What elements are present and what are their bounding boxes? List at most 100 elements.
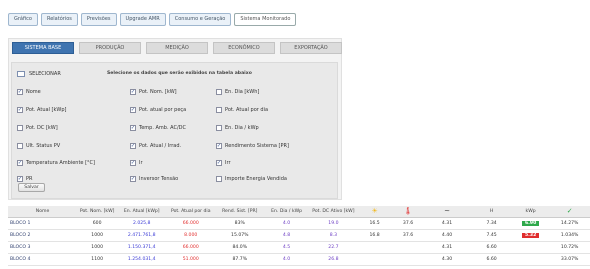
- cell: [357, 253, 392, 266]
- cell: [391, 253, 425, 266]
- col-pot-dia[interactable]: Pot. Atual por dia: [166, 206, 216, 218]
- col-rend[interactable]: Rend. Sist. [PR]: [215, 206, 265, 218]
- option-checkbox[interactable]: [216, 176, 222, 182]
- option-checkbox[interactable]: ✓: [130, 176, 136, 182]
- option-checkbox[interactable]: [17, 143, 23, 149]
- save-button[interactable]: Salvar: [18, 183, 45, 192]
- option-pot-irrad[interactable]: ✓ Pot. Atual / Irrad.: [130, 143, 181, 149]
- thermometer-icon: 🌡: [403, 207, 413, 216]
- option-checkbox[interactable]: [17, 125, 23, 131]
- cell-nome[interactable]: BLOCO 2: [8, 229, 78, 242]
- option-en-dia-kwp[interactable]: En. Dia / kWp: [216, 125, 259, 131]
- option-checkbox[interactable]: ✓: [17, 176, 23, 182]
- data-table: Nome Pot. Nom. [kW] En. Atual [kWp] Pot.…: [8, 206, 590, 266]
- table-row[interactable]: BLOCO 4 1100 1.254.031,4 51.000 87.7% 4.…: [8, 253, 590, 266]
- cell: 600: [77, 217, 118, 230]
- option-checkbox[interactable]: [216, 89, 222, 95]
- cell: 8.000: [166, 229, 216, 242]
- option-checkbox[interactable]: ✓: [130, 125, 136, 131]
- option-temperatura[interactable]: ✓ Temperatura Ambiente [°C]: [17, 160, 95, 166]
- col-en-atual[interactable]: En. Atual [kWp]: [117, 206, 167, 218]
- col-status-icon[interactable]: ✓: [547, 206, 590, 218]
- option-checkbox[interactable]: ✓: [17, 107, 23, 113]
- cell-nome[interactable]: BLOCO 3: [8, 241, 78, 254]
- option-checkbox[interactable]: ✓: [130, 107, 136, 113]
- option-checkbox[interactable]: ✓: [130, 143, 136, 149]
- col-en-kwp[interactable]: En. Dia / kWp: [264, 206, 309, 218]
- subtab-producao[interactable]: PRODUÇÃO: [79, 42, 141, 54]
- option-pot-peca[interactable]: ✓ Pot. atual por peça: [130, 107, 186, 113]
- subtab-exportacao[interactable]: EXPORTAÇÃO: [280, 42, 342, 54]
- subtab-sistema-base[interactable]: SISTEMA BASE: [12, 42, 74, 54]
- option-checkbox[interactable]: ✓: [17, 160, 23, 166]
- cell: [391, 241, 425, 254]
- table-row[interactable]: BLOCO 2 1000 2.471.761,8 8.000 15.07% 4.…: [8, 229, 590, 242]
- option-checkbox[interactable]: ✓: [216, 160, 222, 166]
- option-pot-nom[interactable]: ✓ Pot. Nom. [kW]: [130, 89, 177, 95]
- cell: 4.40: [424, 229, 470, 242]
- option-checkbox[interactable]: [216, 107, 222, 113]
- cell: 4.31: [424, 241, 470, 254]
- cell: 10.72%: [547, 241, 590, 254]
- option-ir[interactable]: ✓ Ir: [130, 160, 143, 166]
- col-sun-icon[interactable]: ☀: [357, 206, 392, 218]
- col-wave-icon[interactable]: ~: [424, 206, 470, 218]
- cell: 1.150.371,4: [117, 241, 167, 254]
- col-nome[interactable]: Nome: [8, 206, 78, 218]
- option-nome[interactable]: ✓ Nome: [17, 89, 41, 95]
- option-pr[interactable]: ✓ PR: [17, 176, 33, 182]
- cell: 19.0: [308, 217, 358, 230]
- option-checkbox[interactable]: ✓: [130, 160, 136, 166]
- option-pot-atual[interactable]: ✓ Pot. Atual [kWp]: [17, 107, 66, 113]
- option-temp-amb[interactable]: ✓ Temp. Amb. AC/DC: [130, 125, 186, 131]
- cell: 2.025,8: [117, 217, 167, 230]
- cell: 6.90: [513, 217, 548, 230]
- option-en-dia[interactable]: En. Dia [kWh]: [216, 89, 259, 95]
- cell: 5.32: [513, 229, 548, 242]
- top-navigation: Gráfico Relatórios Previsões Upgrade AMR…: [8, 13, 297, 26]
- subtab-medicao[interactable]: MEDIÇÃO: [146, 42, 208, 54]
- tab-relatorios[interactable]: Relatórios: [40, 13, 78, 26]
- table-row[interactable]: BLOCO 3 1000 1.150.371,4 66.000 84.0% 4.…: [8, 241, 590, 254]
- select-all-icon[interactable]: [17, 71, 25, 77]
- option-checkbox[interactable]: ✓: [17, 89, 23, 95]
- option-checkbox[interactable]: ✓: [130, 89, 136, 95]
- cell: [513, 253, 548, 266]
- col-pot-nom[interactable]: Pot. Nom. [kW]: [77, 206, 118, 218]
- option-status-pv[interactable]: Ult. Status PV: [17, 143, 60, 149]
- cell: 8.3: [308, 229, 358, 242]
- option-importe[interactable]: Importe Energia Vendida: [216, 176, 287, 182]
- option-inversor[interactable]: ✓ Inversor Tensão: [130, 176, 178, 182]
- col-h[interactable]: H: [469, 206, 514, 218]
- subtab-economico[interactable]: ECONÔMICO: [213, 42, 275, 54]
- option-rendimento[interactable]: ✓ Rendimento Sistema [PR]: [216, 143, 289, 149]
- cell: 87.7%: [215, 253, 265, 266]
- tab-previsoes[interactable]: Previsões: [80, 13, 117, 26]
- col-pot-dc[interactable]: Pot. DC Ativo [kW]: [308, 206, 358, 218]
- cell-nome[interactable]: BLOCO 1: [8, 217, 78, 230]
- cell: 4.30: [424, 253, 470, 266]
- cell: 51.000: [166, 253, 216, 266]
- cell: 37.6: [391, 229, 425, 242]
- option-irr[interactable]: ✓ Irr: [216, 160, 231, 166]
- cell: 7.34: [469, 217, 514, 230]
- option-checkbox[interactable]: ✓: [216, 143, 222, 149]
- cell: 66.000: [166, 217, 216, 230]
- tab-sistema[interactable]: Sistema Monitorado: [234, 13, 297, 26]
- table-row[interactable]: BLOCO 1 600 2.025,8 66.000 83% 4.0 19.0 …: [8, 217, 590, 230]
- col-kwp[interactable]: kWp: [513, 206, 548, 218]
- cell: 16.5: [357, 217, 392, 230]
- option-pot-dc[interactable]: Pot. DC [kW]: [17, 125, 58, 131]
- option-checkbox[interactable]: [216, 125, 222, 131]
- option-pot-dia[interactable]: Pot. Atual por dia: [216, 107, 268, 113]
- col-thermometer-icon[interactable]: 🌡: [391, 206, 425, 218]
- cell: 6.60: [469, 241, 514, 254]
- tab-upgrade[interactable]: Upgrade AMR: [119, 13, 166, 26]
- tab-grafico[interactable]: Gráfico: [8, 13, 38, 26]
- options-box: SELECIONAR Selecione os dados que serão …: [11, 62, 338, 199]
- select-all[interactable]: SELECIONAR: [17, 71, 61, 77]
- cell: [513, 241, 548, 254]
- tab-consumo[interactable]: Consumo e Geração: [168, 13, 232, 26]
- cell: 4.31: [424, 217, 470, 230]
- cell-nome[interactable]: BLOCO 4: [8, 253, 78, 266]
